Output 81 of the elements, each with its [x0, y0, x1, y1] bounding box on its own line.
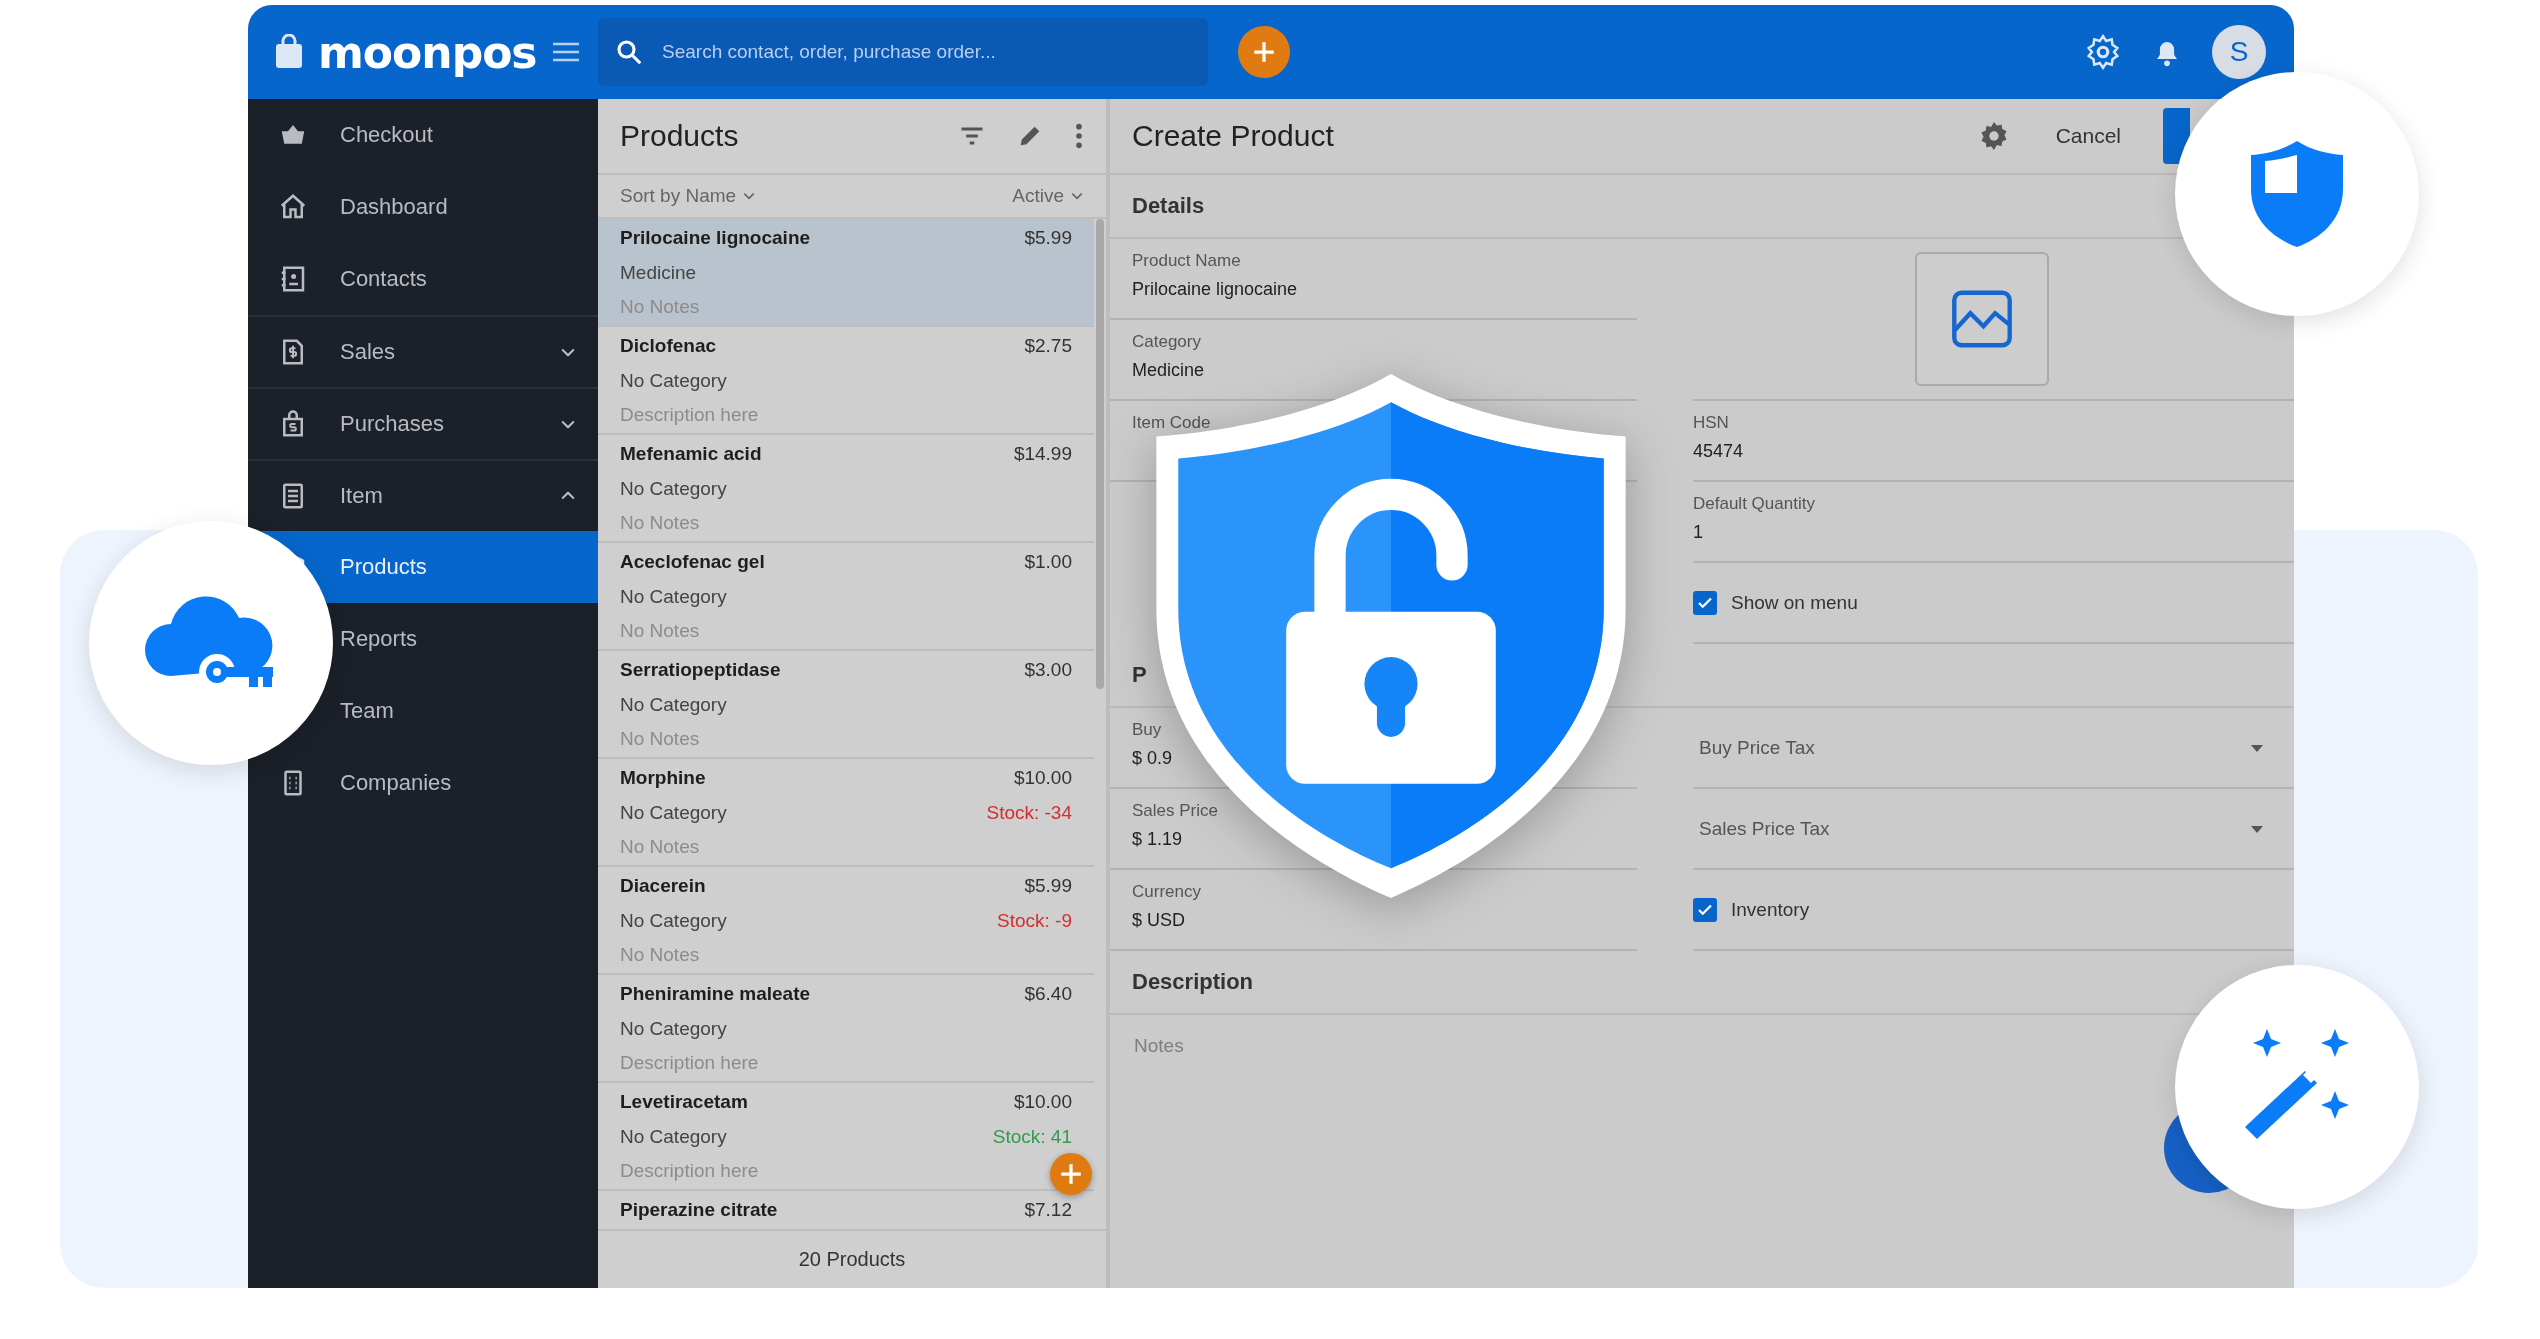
user-avatar[interactable]: S — [2212, 25, 2266, 79]
product-count: 20 Products — [598, 1229, 1106, 1288]
stock-count: Stock: -9 — [997, 909, 1072, 933]
field-label: Item Code — [1132, 413, 1211, 433]
product-category: Medicine — [620, 261, 698, 285]
product-row[interactable]: Serratiopeptidase $3.00 No Category No Notes — [598, 651, 1094, 759]
field-label: Sales Price — [1132, 801, 1218, 821]
field-value: $ USD — [1132, 910, 1185, 931]
stock-count: Stock: -34 — [986, 801, 1072, 825]
tax-select[interactable]: Buy Price Tax — [1693, 708, 2294, 789]
sidebar-item[interactable]: Companies — [248, 747, 598, 819]
field-value: Prilocaine lignocaine — [1132, 279, 1298, 300]
product-row[interactable]: Morphine $10.00 No Category Stock: -34 No Notes — [598, 759, 1094, 867]
field-label: Currency — [1132, 882, 1201, 902]
product-price: $10.00 — [1012, 767, 1072, 790]
sidebar-item[interactable]: Dashboard — [248, 171, 598, 243]
product-name: Diclofenac — [620, 335, 718, 358]
product-notes: No Notes — [620, 620, 701, 644]
product-name: Piperazine citrate — [620, 1199, 779, 1222]
product-price: $14.99 — [1013, 443, 1072, 466]
product-name: Serratiopeptidase — [620, 659, 782, 682]
sort-dropdown[interactable]: Sort by Name — [620, 185, 757, 207]
field-value: 45474 — [1693, 441, 1744, 462]
product-price: $5.99 — [1023, 875, 1072, 898]
product-notes: No Notes — [620, 512, 701, 536]
sidebar-item[interactable]: Contacts — [248, 243, 598, 315]
product-row[interactable]: Prilocaine lignocaine $5.99 Medicine No Notes — [598, 219, 1094, 327]
product-row[interactable]: Diacerein $5.99 No Category Stock: -9 No Notes — [598, 867, 1094, 975]
product-row[interactable]: Mefenamic acid $14.99 No Category No Notes — [598, 435, 1094, 543]
product-price: $3.00 — [1024, 659, 1072, 682]
product-row[interactable]: Diclofenac $2.75 No Category Description here — [598, 327, 1094, 435]
product-price: $6.40 — [1024, 983, 1072, 1006]
product-name: Aceclofenac gel — [620, 551, 766, 574]
checkbox-label: Inventory — [1731, 898, 1810, 921]
product-name: Levetiracetam — [620, 1091, 749, 1114]
field-label: Buy — [1132, 720, 1162, 740]
product-row[interactable]: Pheniramine maleate $6.40 No Category Description here — [598, 975, 1094, 1083]
field-value: $ 1.19 — [1132, 829, 1183, 850]
product-category: No Category — [620, 909, 728, 933]
product-category: No Category — [620, 693, 728, 717]
cancel-button[interactable]: Cancel — [2049, 123, 2127, 149]
product-category: No Category — [620, 801, 728, 825]
product-notes: Description here — [620, 1160, 760, 1184]
product-category: No Category — [620, 369, 728, 393]
field-value: $ 0.9 — [1132, 748, 1173, 769]
product-price: $7.12 — [1024, 1199, 1072, 1222]
field-label: Default Quantity — [1693, 494, 1815, 514]
panel-title: Products — [620, 119, 740, 153]
tax-select[interactable]: Sales Price Tax — [1693, 789, 2294, 870]
product-name: Morphine — [620, 767, 707, 790]
stock-count: Stock: 41 — [992, 1125, 1072, 1149]
product-category: No Category — [620, 585, 728, 609]
status-dropdown[interactable]: Active — [1012, 185, 1084, 207]
product-notes: Description here — [620, 404, 760, 428]
product-price: $1.00 — [1024, 551, 1072, 574]
logo-text: moonpos — [318, 26, 537, 78]
product-row[interactable]: Aceclofenac gel $1.00 No Category No Notes — [598, 543, 1094, 651]
product-price: $10.00 — [1012, 1091, 1072, 1114]
search-field[interactable]: Search contact, order, purchase order... — [598, 18, 1208, 86]
field-value: Medicine — [1132, 360, 1205, 381]
product-notes: No Notes — [620, 944, 701, 968]
product-name: Mefenamic acid — [620, 443, 763, 466]
product-name: Diacerein — [620, 875, 707, 898]
product-category: No Category — [620, 1017, 728, 1041]
product-notes: No Notes — [620, 836, 701, 860]
field-label: HSN — [1693, 413, 1729, 433]
product-price: $2.75 — [1024, 335, 1072, 358]
product-category: No Category — [620, 1125, 728, 1149]
checkbox-label: Show on menu — [1731, 591, 1858, 614]
field-label: Category — [1132, 332, 1201, 352]
product-category: No Category — [620, 477, 728, 501]
product-notes: No Notes — [620, 728, 701, 752]
product-name: Prilocaine lignocaine — [620, 227, 812, 250]
product-name: Pheniramine maleate — [620, 983, 812, 1006]
field-value: 1 — [1693, 522, 1703, 543]
field-label: Product Name — [1132, 251, 1241, 271]
sidebar-item[interactable]: Checkout — [248, 99, 598, 171]
product-notes: No Notes — [620, 296, 701, 320]
product-notes: Description here — [620, 1052, 760, 1076]
product-price: $5.99 — [1024, 227, 1072, 250]
form-title: Create Product — [1132, 119, 1335, 153]
